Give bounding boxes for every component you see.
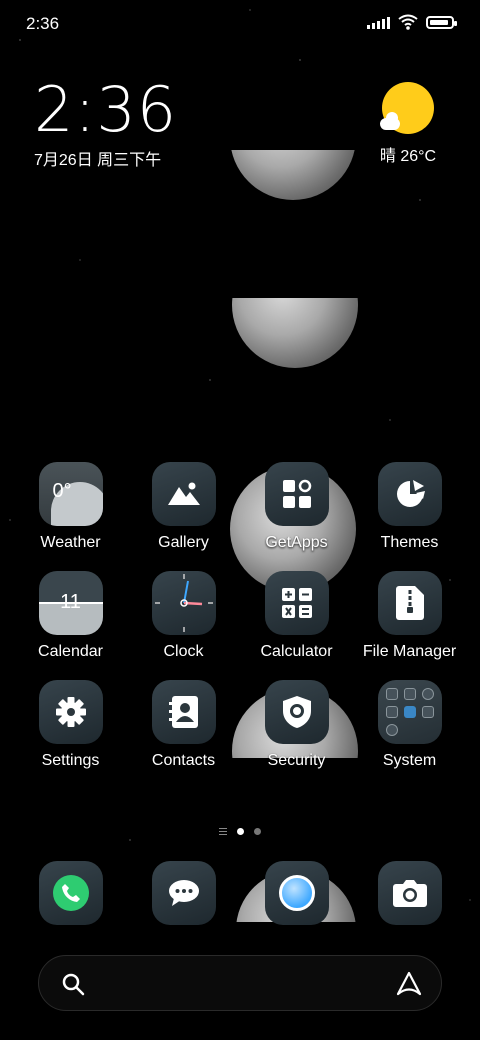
wifi-icon [398, 14, 418, 30]
gear-icon [38, 680, 103, 744]
status-time: 2:36 [26, 14, 60, 33]
app-grid: 0° Weather Gallery GetApps Themes 11 Cal… [14, 462, 466, 770]
weather-app-temp: 0° [52, 480, 72, 502]
browser-icon [264, 861, 329, 925]
system-folder-icon [377, 680, 442, 744]
app-label: Weather [40, 534, 101, 551]
contacts-icon [151, 680, 216, 744]
app-label: Settings [41, 752, 100, 769]
weather-icon: 0° [38, 462, 103, 526]
dock [14, 861, 466, 925]
calendar-icon: 11 [38, 571, 103, 635]
app-label: Contacts [151, 752, 216, 769]
assistant-icon[interactable] [395, 970, 423, 998]
app-calendar[interactable]: 11 Calendar [14, 571, 127, 661]
gallery-icon [151, 462, 216, 526]
signal-icon [367, 15, 390, 29]
app-weather[interactable]: 0° Weather [14, 462, 127, 552]
app-settings[interactable]: Settings [14, 680, 127, 770]
clock-widget[interactable]: 2:36 7月26日 周三下午 [34, 78, 177, 170]
camera-icon [377, 861, 442, 925]
dock-messages[interactable] [127, 861, 240, 925]
app-contacts[interactable]: Contacts [127, 680, 240, 770]
wallpaper-moon [232, 298, 358, 368]
app-label: Security [267, 752, 326, 769]
sun-cloud-icon [380, 82, 434, 134]
app-label: Clock [163, 643, 204, 660]
shield-icon [264, 680, 329, 744]
status-bar: 2:36 [0, 0, 480, 50]
search-bar[interactable] [38, 955, 442, 1011]
app-drawer-lines-icon [219, 828, 227, 835]
battery-icon [426, 15, 457, 29]
app-themes[interactable]: Themes [353, 462, 466, 552]
weather-text: 晴 26°C [379, 148, 437, 165]
dock-camera[interactable] [353, 861, 466, 925]
file-manager-icon [377, 571, 442, 635]
app-label: Gallery [158, 534, 209, 551]
page-dot [254, 828, 261, 835]
app-file-manager[interactable]: File Manager [353, 571, 466, 661]
app-label: Themes [380, 534, 439, 551]
widget-time: 2:36 [34, 73, 178, 146]
messages-icon [151, 861, 216, 925]
app-calculator[interactable]: Calculator [240, 571, 353, 661]
widget-date: 7月26日 周三下午 [34, 152, 162, 169]
wallpaper-moon [230, 150, 356, 200]
clock-icon [151, 571, 216, 635]
app-label: Calculator [260, 643, 333, 660]
app-security[interactable]: Security [240, 680, 353, 770]
dock-browser[interactable] [240, 861, 353, 925]
page-dot-active [237, 828, 244, 835]
calendar-day: 11 [60, 591, 81, 613]
search-icon[interactable] [61, 972, 85, 996]
app-label: GetApps [265, 534, 328, 551]
app-system-folder[interactable]: System [353, 680, 466, 770]
app-getapps[interactable]: GetApps [240, 462, 353, 552]
getapps-icon [264, 462, 329, 526]
phone-icon [38, 861, 103, 925]
app-label: File Manager [362, 643, 457, 660]
app-gallery[interactable]: Gallery [127, 462, 240, 552]
themes-icon [377, 462, 442, 526]
page-indicator[interactable] [0, 828, 480, 835]
dock-phone[interactable] [14, 861, 127, 925]
app-label: System [382, 752, 437, 769]
calculator-icon [264, 571, 329, 635]
weather-widget[interactable]: 晴 26°C [370, 82, 446, 166]
app-label: Calendar [38, 643, 103, 660]
app-clock[interactable]: Clock [127, 571, 240, 661]
